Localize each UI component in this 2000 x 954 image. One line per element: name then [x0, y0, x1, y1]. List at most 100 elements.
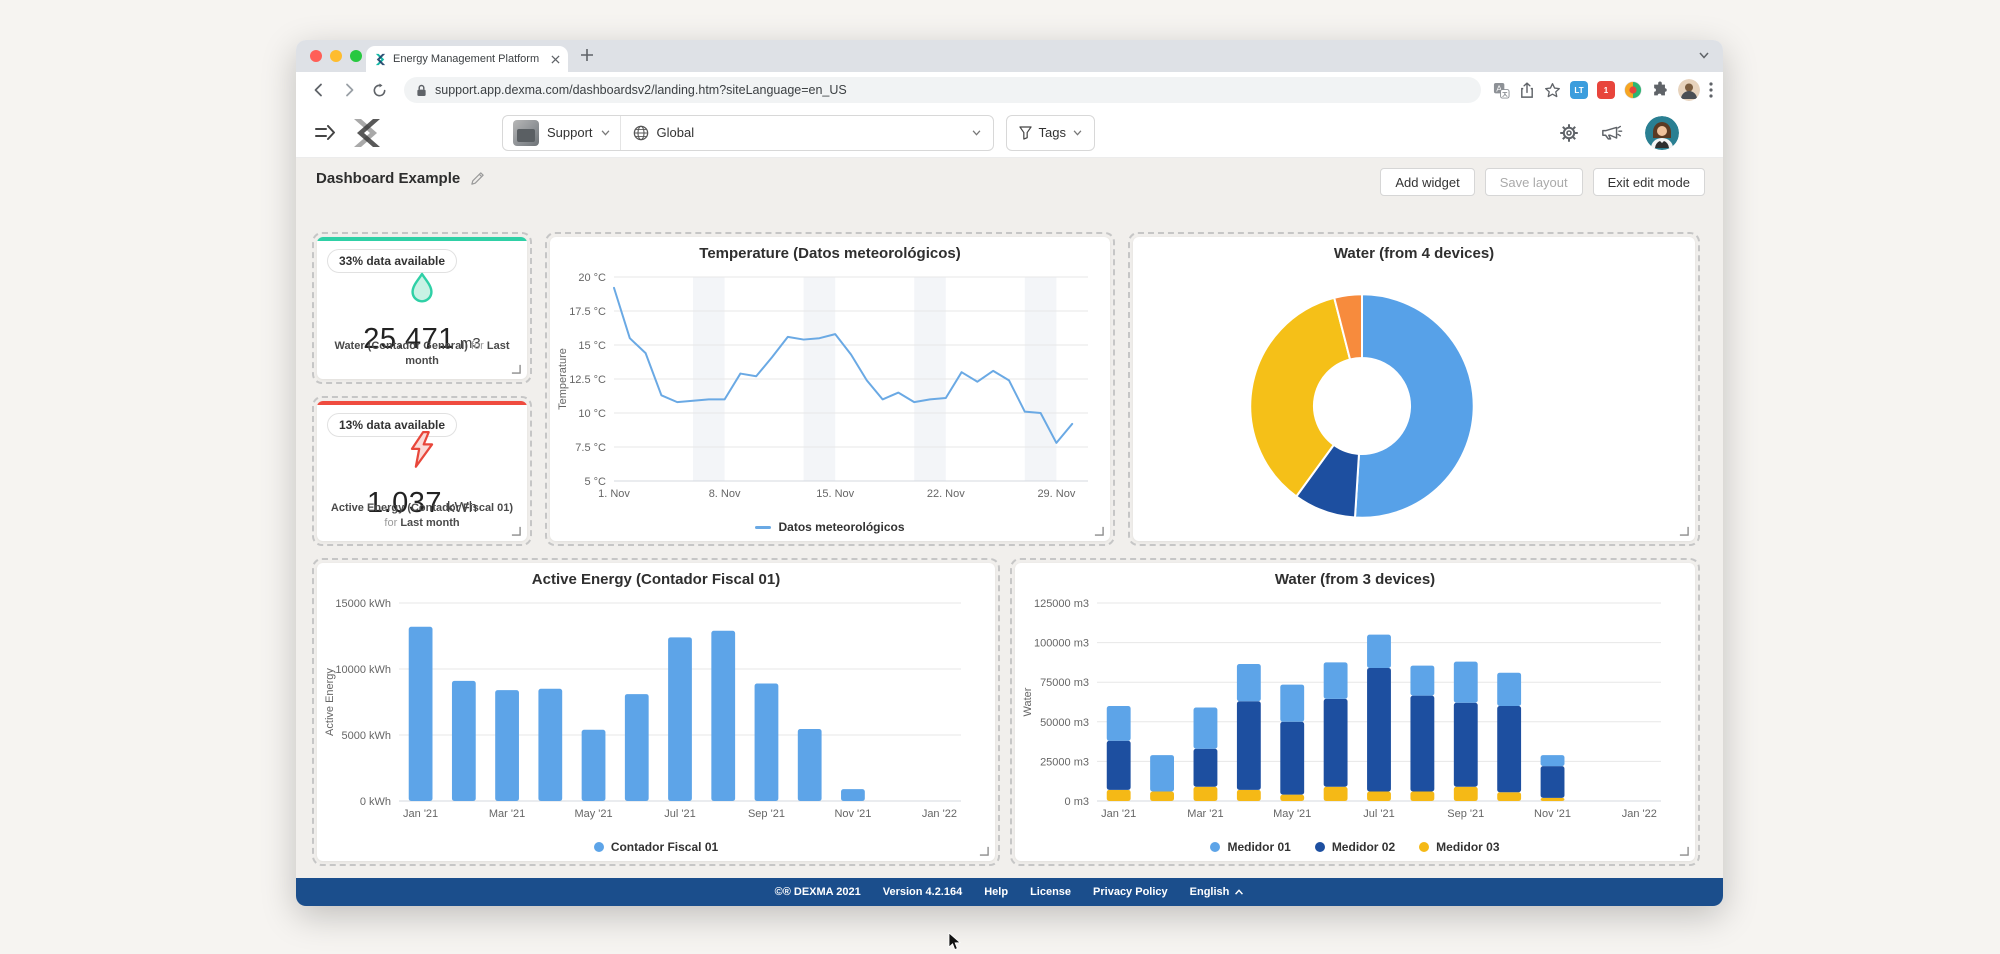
svg-text:Jan '22: Jan '22	[922, 808, 957, 820]
new-tab-button[interactable]	[580, 48, 594, 62]
save-layout-button[interactable]: Save layout	[1485, 168, 1583, 196]
add-widget-button[interactable]: Add widget	[1380, 168, 1474, 196]
svg-text:Sep '21: Sep '21	[748, 808, 785, 820]
reload-button[interactable]	[366, 77, 392, 103]
widget-energy-gauge[interactable]: 13% data available 1.037kWh Active Energ…	[312, 396, 532, 546]
water-gauge-card: 33% data available 25.471m3 Water (Conta…	[317, 237, 527, 379]
tab-strip: Energy Management Platform	[296, 40, 1723, 72]
svg-text:125000 m3: 125000 m3	[1034, 598, 1089, 610]
close-tab-icon[interactable]	[551, 55, 560, 64]
app-navbar: Support Global	[296, 108, 1723, 158]
chevron-down-icon	[1073, 130, 1082, 136]
svg-text:Temperature: Temperature	[557, 348, 569, 410]
chart-legend: Contador Fiscal 01	[317, 840, 995, 854]
svg-text:Sep '21: Sep '21	[1447, 808, 1484, 820]
gauge-subtitle: Water (Contador General) for Last month	[325, 339, 519, 369]
language-selector[interactable]: English	[1190, 886, 1245, 898]
edit-pencil-icon[interactable]	[470, 171, 485, 186]
extension-icon-lt[interactable]: LT	[1570, 81, 1588, 99]
share-icon[interactable]	[1519, 82, 1535, 99]
resize-handle[interactable]	[511, 526, 521, 536]
translate-icon[interactable]: A	[1493, 82, 1510, 99]
organization-dropdown[interactable]: Support	[503, 116, 621, 150]
extension-icon-circle[interactable]	[1624, 81, 1642, 99]
search-tabs-icon[interactable]	[1699, 52, 1709, 59]
tab-title: Energy Management Platform	[393, 53, 545, 65]
footer-link-license[interactable]: License	[1030, 886, 1071, 898]
gauge-accent-bar	[317, 401, 527, 405]
svg-text:0 m3: 0 m3	[1065, 796, 1089, 808]
svg-text:50000 m3: 50000 m3	[1040, 717, 1089, 729]
svg-text:10 °C: 10 °C	[578, 408, 606, 420]
chevron-down-icon	[972, 130, 981, 136]
close-window-button[interactable]	[310, 50, 322, 62]
svg-text:17.5 °C: 17.5 °C	[569, 306, 606, 318]
resize-handle[interactable]	[979, 846, 989, 856]
footer-link-privacy[interactable]: Privacy Policy	[1093, 886, 1168, 898]
svg-text:75000 m3: 75000 m3	[1040, 677, 1089, 689]
minimize-window-button[interactable]	[330, 50, 342, 62]
resize-handle[interactable]	[511, 364, 521, 374]
funnel-icon	[1019, 126, 1032, 140]
svg-text:25000 m3: 25000 m3	[1040, 756, 1089, 768]
svg-text:Jan '21: Jan '21	[1101, 808, 1136, 820]
back-button[interactable]	[306, 77, 332, 103]
svg-text:8. Nov: 8. Nov	[709, 488, 741, 500]
legend-item[interactable]: Medidor 03	[1419, 840, 1499, 854]
bookmark-star-icon[interactable]	[1544, 82, 1561, 99]
resize-handle[interactable]	[1679, 846, 1689, 856]
forward-button[interactable]	[336, 77, 362, 103]
browser-tab[interactable]: Energy Management Platform	[366, 46, 568, 72]
maximize-window-button[interactable]	[350, 50, 362, 62]
url-text: support.app.dexma.com/dashboardsv2/landi…	[435, 83, 847, 97]
svg-text:29. Nov: 29. Nov	[1037, 488, 1075, 500]
energy-gauge-card: 13% data available 1.037kWh Active Energ…	[317, 401, 527, 541]
water-stacked-chart: 0 m325000 m350000 m375000 m3100000 m3125…	[1017, 593, 1689, 829]
site-dropdown[interactable]: Global	[621, 116, 993, 150]
page-title: Dashboard Example	[316, 170, 460, 187]
svg-text:Jul '21: Jul '21	[664, 808, 695, 820]
lightning-bolt-icon	[408, 431, 436, 469]
sidebar-toggle-icon[interactable]	[314, 125, 336, 141]
svg-text:15 °C: 15 °C	[578, 340, 606, 352]
browser-toolbar: support.app.dexma.com/dashboardsv2/landi…	[296, 72, 1723, 108]
extension-icon-red[interactable]: 1	[1597, 81, 1615, 99]
svg-text:1. Nov: 1. Nov	[598, 488, 630, 500]
svg-text:12.5 °C: 12.5 °C	[569, 374, 606, 386]
exit-edit-mode-button[interactable]: Exit edit mode	[1593, 168, 1705, 196]
legend-item[interactable]: Datos meteorológicos	[755, 520, 904, 534]
footer-link-help[interactable]: Help	[984, 886, 1008, 898]
resize-handle[interactable]	[1679, 526, 1689, 536]
water-donut-card: Water (from 4 devices)	[1133, 237, 1695, 541]
globe-icon	[633, 125, 649, 141]
browser-menu-kebab-icon[interactable]	[1709, 82, 1713, 98]
tags-filter-button[interactable]: Tags	[1006, 115, 1095, 151]
legend-item[interactable]: Medidor 01	[1210, 840, 1290, 854]
legend-item[interactable]: Medidor 02	[1315, 840, 1395, 854]
chevron-up-icon	[1234, 889, 1244, 895]
user-avatar[interactable]	[1645, 116, 1679, 150]
widget-temperature-chart[interactable]: Temperature (Datos meteorológicos) 5 °C7…	[545, 232, 1115, 546]
legend-item[interactable]: Contador Fiscal 01	[594, 840, 718, 854]
settings-gear-icon[interactable]	[1559, 123, 1579, 143]
svg-text:Jul '21: Jul '21	[1363, 808, 1394, 820]
widget-water-donut[interactable]: Water (from 4 devices)	[1128, 232, 1700, 546]
active-energy-chart-card: Active Energy (Contador Fiscal 01) 0 kWh…	[317, 563, 995, 861]
chart-title: Active Energy (Contador Fiscal 01)	[317, 571, 995, 588]
context-selector: Support Global	[502, 115, 994, 151]
browser-profile-avatar[interactable]	[1678, 79, 1700, 101]
widget-water-stacked-chart[interactable]: Water (from 3 devices) 0 m3 25000 m3 50000…	[1010, 558, 1700, 866]
resize-handle[interactable]	[1094, 526, 1104, 536]
svg-text:Water: Water	[1022, 687, 1034, 716]
chart-legend: Datos meteorológicos	[550, 520, 1110, 534]
svg-text:0 kWh: 0 kWh	[360, 796, 391, 808]
widget-active-energy-chart[interactable]: Active Energy (Contador Fiscal 01) 0 kWh…	[312, 558, 1000, 866]
announcements-megaphone-icon[interactable]	[1601, 123, 1623, 142]
address-bar[interactable]: support.app.dexma.com/dashboardsv2/landi…	[404, 77, 1481, 103]
window-controls	[310, 50, 362, 62]
tags-label: Tags	[1039, 125, 1066, 140]
chart-title: Water (from 3 devices)	[1015, 571, 1695, 588]
widget-water-gauge[interactable]: 33% data available 25.471m3 Water (Conta…	[312, 232, 532, 384]
extensions-puzzle-icon[interactable]	[1651, 81, 1669, 99]
active-energy-chart: 0 kWh5000 kWh10000 kWh15000 kWhActive En…	[319, 593, 989, 829]
